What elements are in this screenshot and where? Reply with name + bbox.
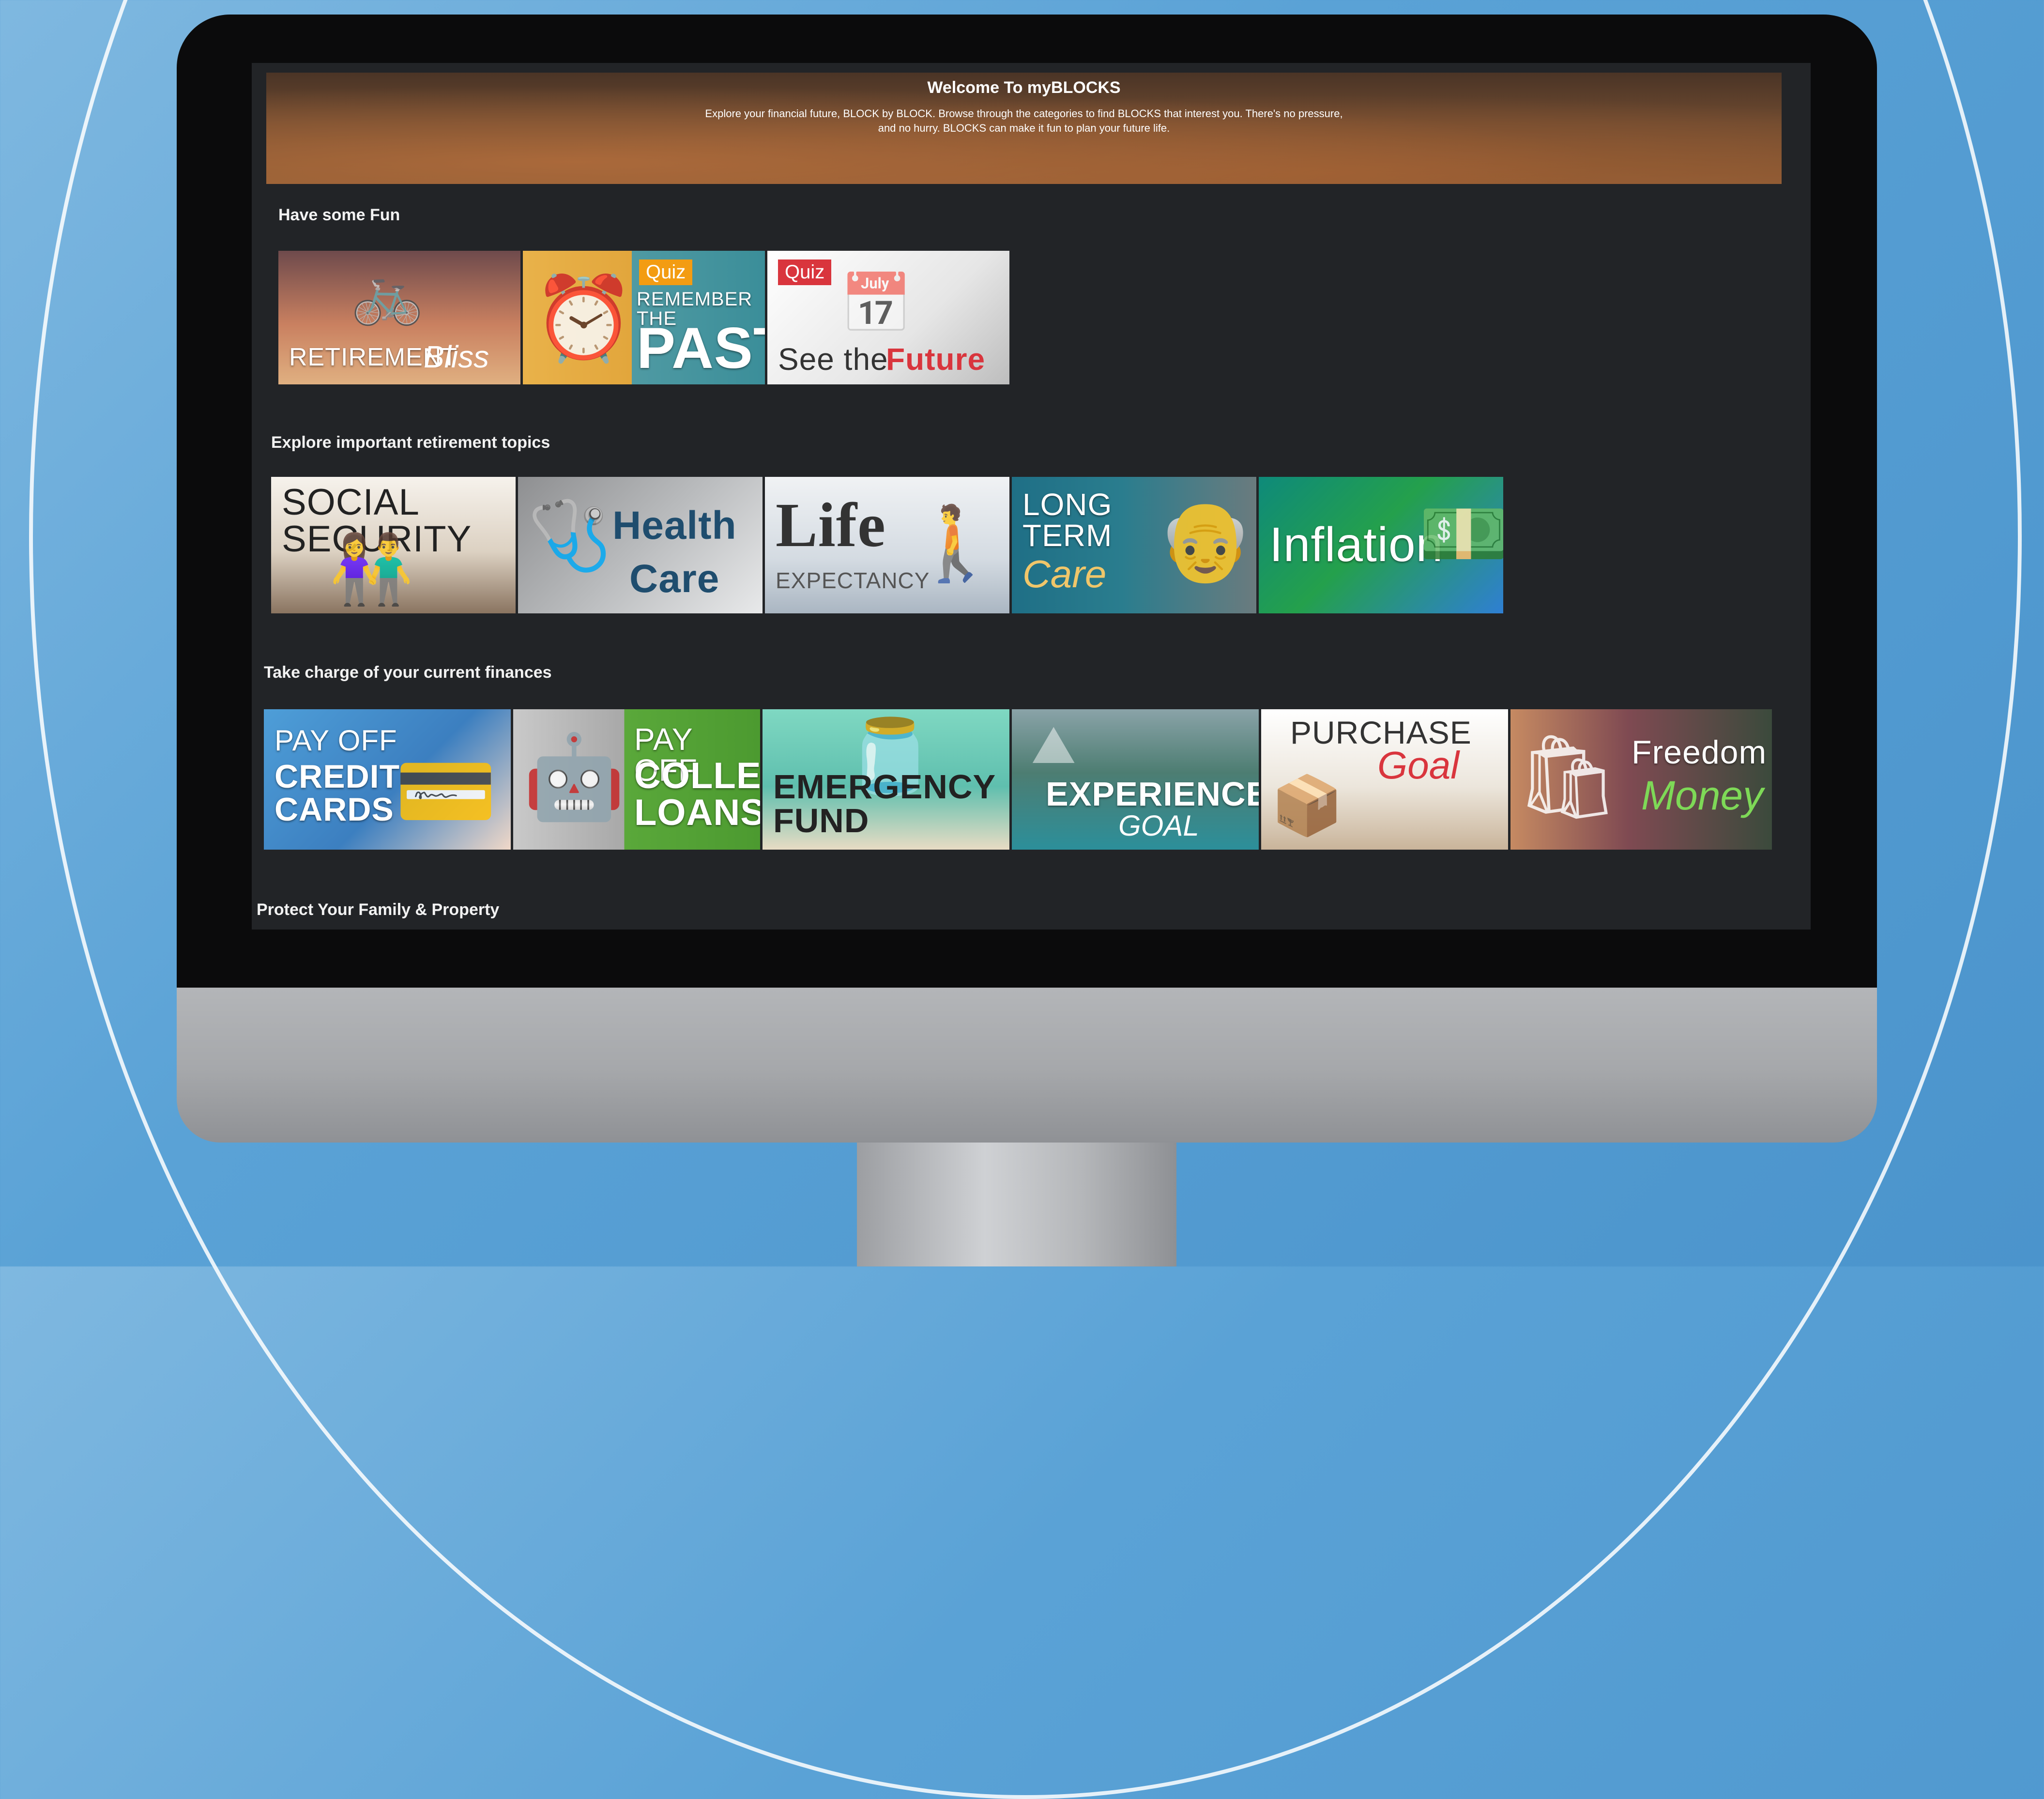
tile-experience-goal[interactable]: ⛰ EXPERIENCE GOAL xyxy=(1012,709,1259,850)
tile-inflation[interactable]: Inflation 💵 xyxy=(1259,477,1503,613)
tile-accent: Future xyxy=(886,342,986,377)
robot-icon: 🤖 xyxy=(523,731,625,823)
calendar-icon: 📅 xyxy=(840,271,913,336)
caregiver-icon: 👴 xyxy=(1157,497,1254,584)
boxes-icon: 📦 xyxy=(1271,773,1343,838)
tile-accent: CREDIT CARDS xyxy=(275,758,400,828)
tile-long-term-care[interactable]: LONG TERM Care 👴 xyxy=(1012,477,1256,613)
app-screen: Welcome To myBLOCKS Explore your financi… xyxy=(252,63,1811,930)
monitor-bezel: Welcome To myBLOCKS Explore your financi… xyxy=(177,15,1877,988)
tile-accent: Goal xyxy=(1377,744,1459,787)
tile-accent: Care xyxy=(629,557,720,601)
tile-purchase-goal[interactable]: PURCHASE Goal 📦 xyxy=(1261,709,1508,850)
tile-life-expectancy[interactable]: Life EXPECTANCY 🚶 xyxy=(765,477,1009,613)
tile-accent: PAST xyxy=(637,316,765,381)
credit-card-icon: 💳 xyxy=(395,746,497,838)
tile-label: Inflation xyxy=(1269,518,1444,572)
tile-accent: GOAL xyxy=(1118,809,1199,842)
tile-emergency-fund[interactable]: 🫙 EMERGENCY FUND xyxy=(763,709,1009,850)
tile-label: PAY OFF xyxy=(275,724,397,757)
tile-label: See the xyxy=(778,342,888,377)
alarm-clock-icon: ⏰ xyxy=(533,273,635,365)
walking-couple-icon: 🚶 xyxy=(910,503,1001,584)
tile-freedom-money[interactable]: 🛍 Freedom Money xyxy=(1510,709,1772,850)
tile-accent: Care xyxy=(1022,552,1107,595)
tile-accent: Bliss xyxy=(424,339,489,374)
tile-accent: Money xyxy=(1641,773,1764,818)
cyclists-icon: 🚲 xyxy=(351,261,424,326)
section-title-protect: Protect Your Family & Property xyxy=(257,900,500,919)
tile-see-the-future[interactable]: 📅 Quiz See the Future xyxy=(767,251,1009,384)
section-title-current-finances: Take charge of your current finances xyxy=(264,663,552,682)
tile-pay-off-credit-cards[interactable]: PAY OFF CREDIT CARDS 💳 xyxy=(264,709,511,850)
tile-label: EMERGENCY FUND xyxy=(773,768,995,839)
quiz-badge: Quiz xyxy=(639,259,693,285)
monitor-stand xyxy=(857,1133,1176,1266)
tile-label: Life xyxy=(776,490,886,560)
shoppers-icon: 🛍 xyxy=(1515,731,1620,823)
quiz-badge: Quiz xyxy=(778,259,832,285)
tile-retirement-bliss[interactable]: 🚲 RETIREMENT Bliss xyxy=(278,251,520,384)
tile-social-security[interactable]: SOCIAL SECURITY 👫 xyxy=(271,477,516,613)
tile-remember-the-past[interactable]: ⏰ Quiz REMEMBER THE PAST xyxy=(523,251,765,384)
tile-accent: EXPECTANCY xyxy=(776,568,930,593)
tile-pay-off-college-loans[interactable]: 🤖 PAY OFF COLLEGE LOANS xyxy=(513,709,760,850)
welcome-banner: Welcome To myBLOCKS Explore your financi… xyxy=(266,73,1782,184)
mountain-icon: ⛰ xyxy=(1031,715,1076,775)
section-title-fun: Have some Fun xyxy=(278,206,400,224)
tile-accent: COLLEGE LOANS xyxy=(634,755,760,833)
page-subtitle: Explore your financial future, BLOCK by … xyxy=(705,107,1343,134)
tile-label: Freedom xyxy=(1632,734,1767,771)
tile-health-care[interactable]: 🩺 Health Care xyxy=(518,477,763,613)
tile-label: Health xyxy=(612,503,737,548)
tile-label: LONG TERM xyxy=(1022,487,1113,553)
section-title-retirement-topics: Explore important retirement topics xyxy=(271,433,550,452)
page-title: Welcome To myBLOCKS xyxy=(927,78,1121,97)
couple-icon: 👫 xyxy=(329,531,414,607)
stethoscope-icon: 🩺 xyxy=(528,497,612,573)
tile-label: EXPERIENCE xyxy=(1046,775,1259,813)
money-icon: 💵 xyxy=(1419,493,1503,574)
